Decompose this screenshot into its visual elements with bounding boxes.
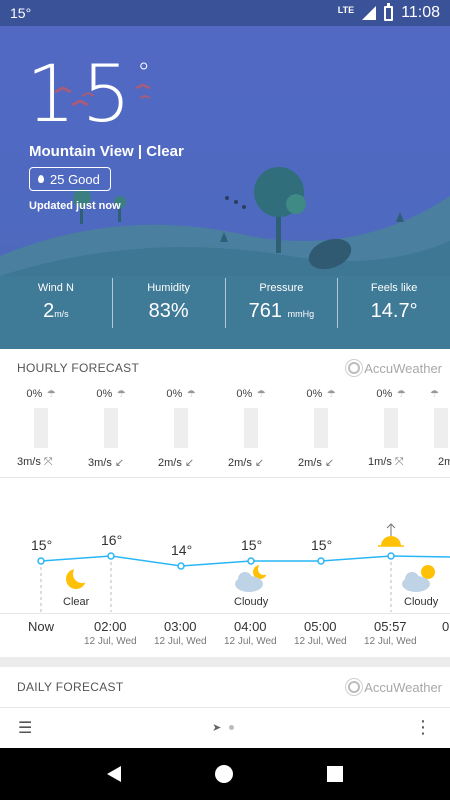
hour-label: 02:00: [94, 619, 127, 634]
title-separator: |: [137, 143, 143, 160]
date-label: 12 Jul, Wed: [364, 636, 417, 647]
battery-icon: [384, 2, 394, 21]
home-button[interactable]: [215, 765, 233, 783]
hour-temp: 15°: [311, 537, 333, 553]
umbrella-icon: ☂: [326, 389, 336, 400]
signal-icon: [362, 6, 377, 20]
hourly-precipitation: 0% ☂ 0% ☂ 0% ☂ 0% ☂ 0% ☂ 0% ☂ ☂: [0, 384, 450, 464]
air-quality-icon: [38, 175, 44, 183]
location-name: Mountain View: [29, 143, 134, 160]
date-label: 12 Jul, Wed: [224, 636, 277, 647]
air-quality-badge[interactable]: 25 Good: [29, 167, 111, 191]
status-bar: 15° LTE 11:08: [0, 0, 450, 26]
condition-label: Clear: [63, 596, 90, 608]
precip-col: 0% ☂: [151, 384, 211, 448]
hour-temp: 15°: [241, 537, 263, 553]
recents-button[interactable]: [327, 766, 343, 782]
bottom-toolbar: ☰ ➤ ⋮: [0, 707, 450, 747]
status-time: 11:08: [401, 4, 440, 21]
more-vert-icon[interactable]: ⋮: [414, 717, 432, 738]
current-temperature: 15°: [26, 50, 157, 140]
moon-icon: [66, 565, 91, 589]
precip-col: 0% ☂: [11, 384, 71, 448]
daily-title: DAILY FORECAST: [17, 680, 124, 694]
hour-temp: 16°: [101, 532, 123, 548]
date-label: 12 Jul, Wed: [84, 636, 137, 647]
accuweather-logo-icon: [348, 681, 361, 693]
stat-humidity: Humidity 83%: [113, 278, 226, 328]
accuweather-link[interactable]: AccuWeather: [348, 680, 442, 695]
hour-label: Now: [28, 619, 55, 634]
precip-col: ☂: [430, 384, 450, 448]
date-label: 12 Jul, Wed: [294, 636, 347, 647]
condition-label: Cloudy: [404, 596, 439, 608]
wind-icon: ↙: [254, 457, 265, 469]
accuweather-link[interactable]: AccuWeather: [348, 361, 442, 376]
hourly-wind: 3m/s ⤧ 3m/s ↙ 2m/s ↙ 2m/s ↙ 2m/s ↙ 1m/s ⤧ 2m: [0, 456, 450, 472]
wind-speed: 2m/s ↙: [298, 457, 335, 469]
hour-temp: 14°: [171, 542, 193, 558]
umbrella-icon: ☂: [116, 389, 126, 400]
wind-speed: 3m/s ↙: [88, 457, 125, 469]
current-stats: Wind N 2m/s Humidity 83% Pressure 761 mm…: [0, 278, 450, 328]
umbrella-icon: ☂: [256, 389, 266, 400]
precip-col: 0% ☂: [361, 384, 421, 448]
wind-speed: 1m/s ⤧: [368, 456, 404, 468]
wind-speed: 2m: [438, 456, 450, 468]
umbrella-icon: ☂: [430, 389, 439, 400]
precip-col: 0% ☂: [221, 384, 281, 448]
hour-label: 05:57: [374, 619, 407, 634]
condition-text: Clear: [146, 143, 184, 160]
status-temp: 15°: [10, 5, 32, 21]
stat-wind: Wind N 2m/s: [0, 278, 113, 328]
hourly-title: HOURLY FORECAST: [17, 361, 140, 375]
cloud-sun-icon: [402, 565, 435, 592]
wind-icon: ↙: [324, 457, 335, 469]
wind-speed: 2m/s ↙: [158, 457, 195, 469]
wind-icon: ⤧: [43, 456, 53, 468]
hourly-forecast-header: HOURLY FORECAST AccuWeather: [0, 350, 450, 386]
hour-label: 0: [442, 619, 450, 634]
current-weather-hero: 15° Mountain View | Clear 25 Good Update…: [0, 26, 450, 349]
precip-col: 0% ☂: [81, 384, 141, 448]
divider: [0, 613, 450, 614]
date-label: 12 Jul, Wed: [154, 636, 207, 647]
back-button[interactable]: [107, 766, 121, 782]
umbrella-icon: ☂: [186, 389, 196, 400]
location-condition[interactable]: Mountain View | Clear: [29, 143, 184, 160]
location-arrow-icon: ➤: [212, 722, 222, 734]
lte-label: LTE: [337, 5, 355, 15]
hour-label: 04:00: [234, 619, 267, 634]
umbrella-icon: ☂: [46, 389, 56, 400]
wind-speed: 3m/s ⤧: [17, 456, 53, 468]
air-quality-label: 25 Good: [50, 171, 100, 187]
accuweather-logo-icon: [348, 362, 361, 374]
hour-label: 05:00: [304, 619, 337, 634]
condition-label: Cloudy: [234, 596, 269, 608]
hour-label: 03:00: [164, 619, 197, 634]
updated-text: Updated just now: [29, 200, 121, 212]
menu-add-icon[interactable]: ☰: [18, 718, 32, 738]
wind-speed: 2m/s ↙: [228, 457, 265, 469]
stat-feels-like: Feels like 14.7°: [370, 282, 418, 322]
section-separator: [0, 657, 450, 667]
wind-icon: ⤧: [394, 456, 404, 468]
precip-col: 0% ☂: [291, 384, 351, 448]
page-dot: [229, 725, 235, 730]
umbrella-icon: ☂: [396, 389, 406, 400]
stat-pressure: Pressure 761 mmHg: [226, 278, 339, 328]
wind-icon: ↙: [184, 457, 195, 469]
sunrise-icon: [378, 523, 404, 547]
daily-forecast-header: DAILY FORECAST AccuWeather: [0, 669, 450, 705]
weather-app: 15° LTE 11:08 15° Mountain View | Clear …: [0, 0, 450, 800]
page-indicator: ➤: [212, 721, 235, 734]
system-navigation-bar: [0, 748, 450, 800]
cloud-moon-icon: [235, 563, 270, 592]
wind-icon: ↙: [114, 457, 125, 469]
hour-temp: 15°: [31, 537, 53, 553]
